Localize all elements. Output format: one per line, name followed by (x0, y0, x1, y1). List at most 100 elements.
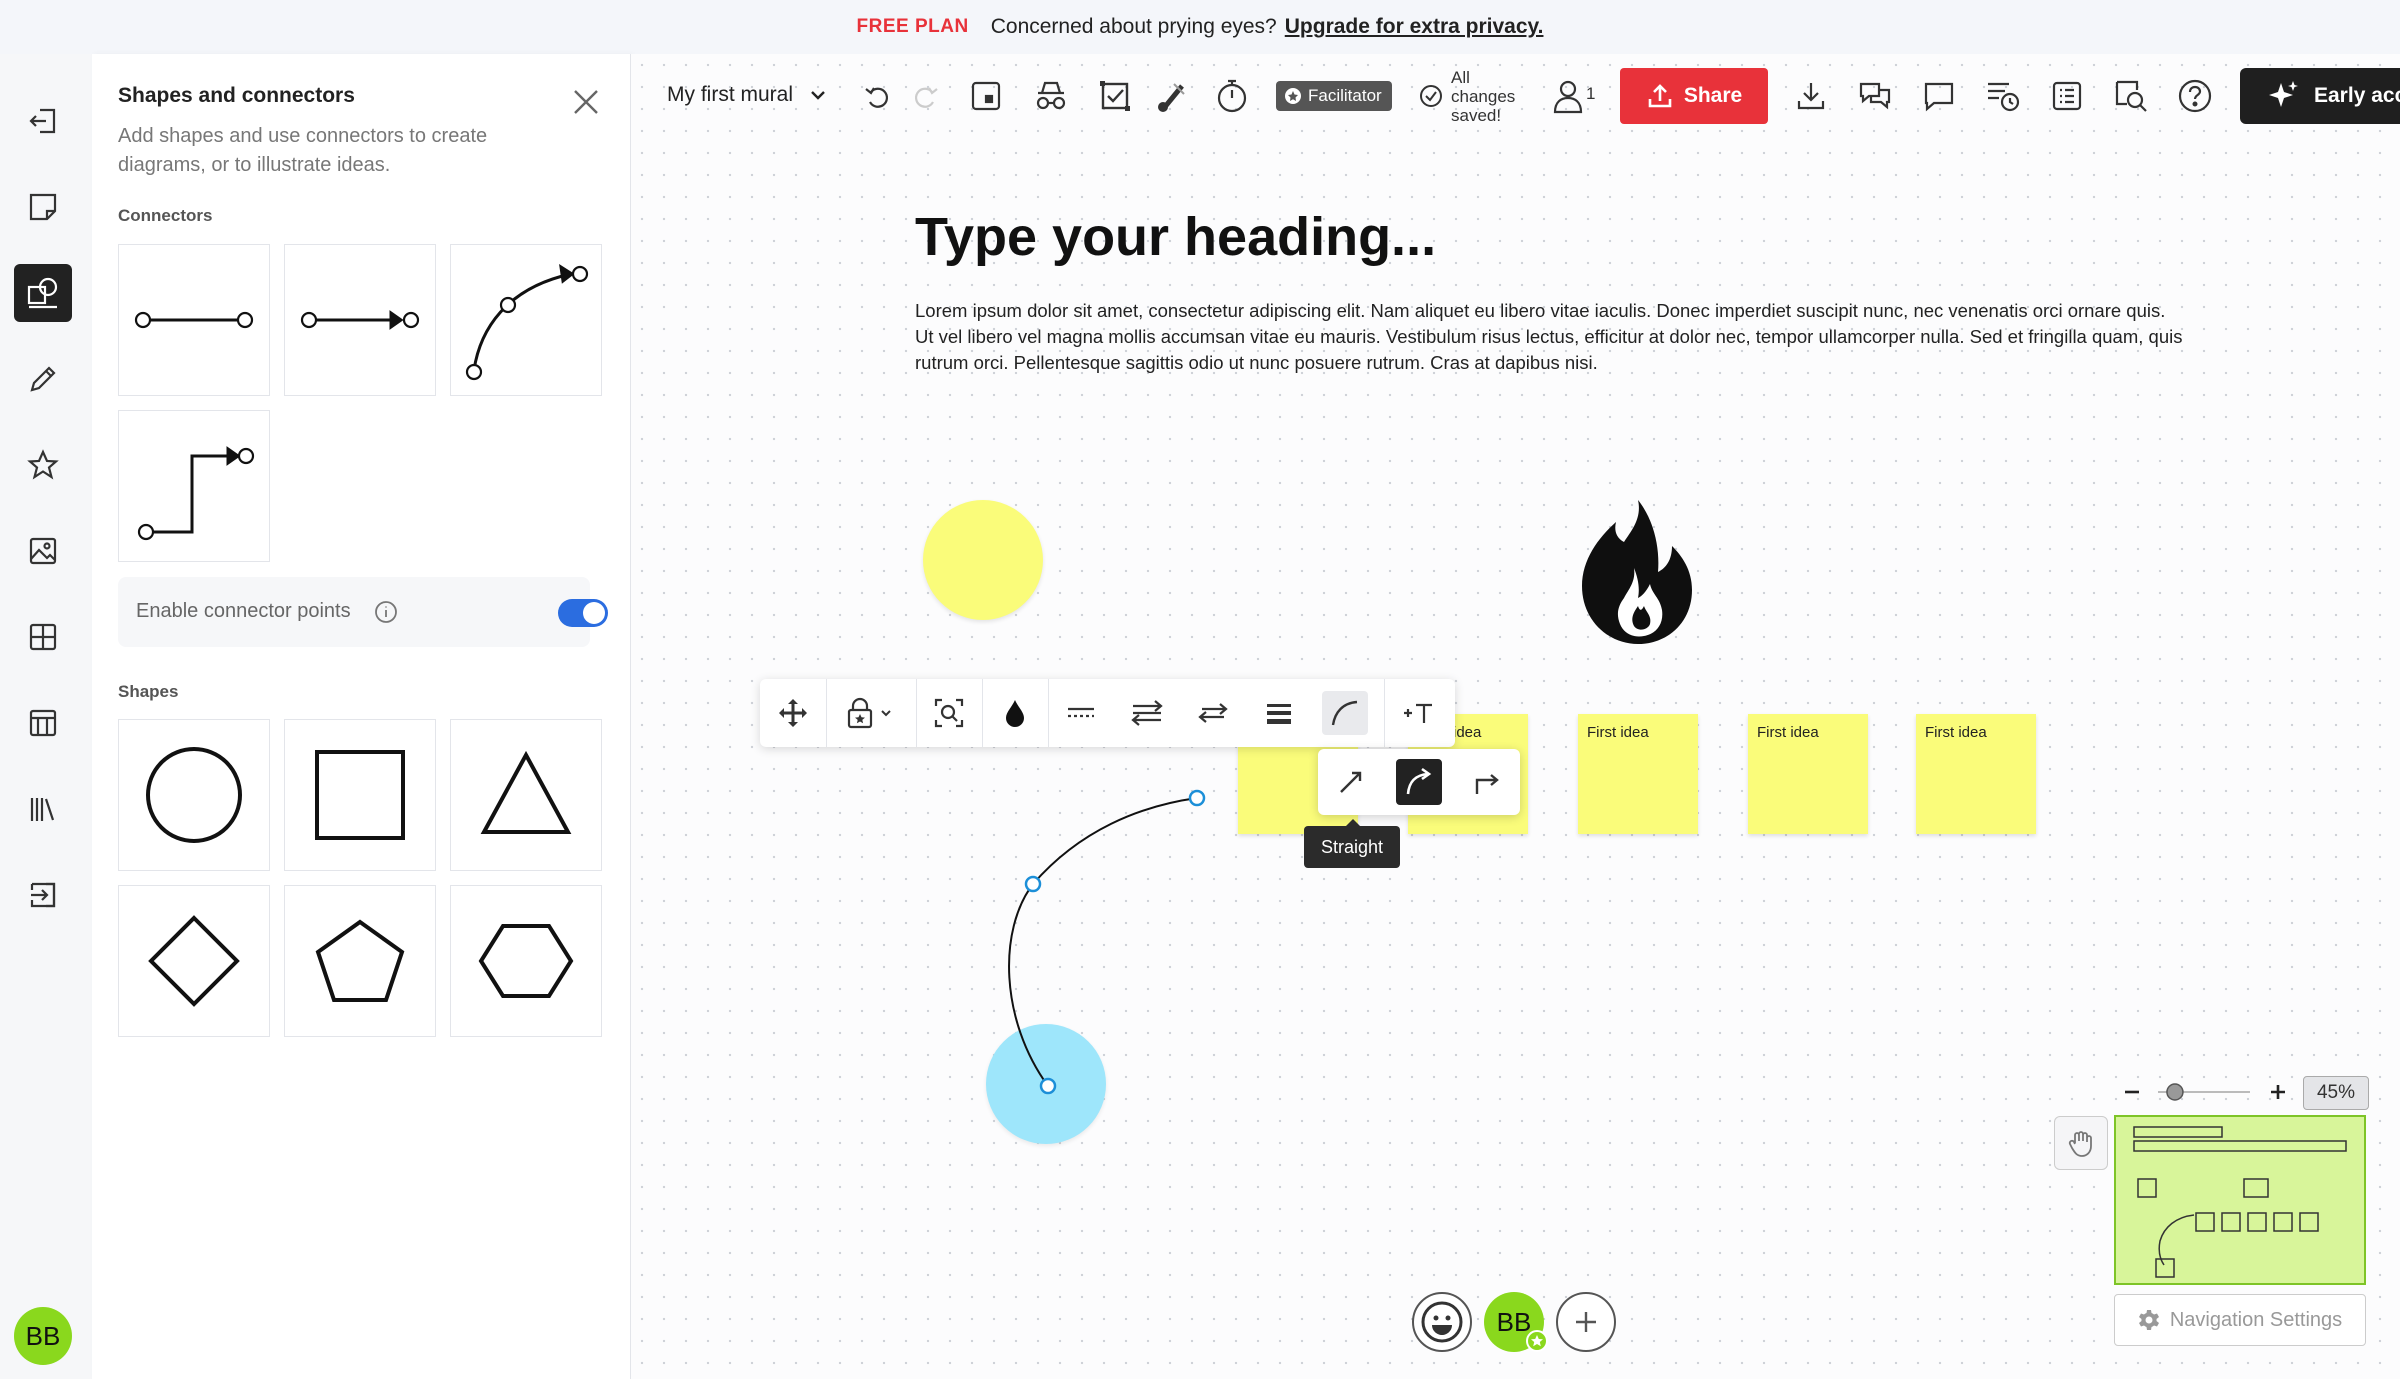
minimap[interactable] (2114, 1115, 2366, 1285)
square-shape-icon (315, 750, 405, 840)
move-button[interactable] (770, 691, 816, 735)
mural-name-dropdown[interactable]: My first mural (667, 82, 831, 108)
facilitator-star-icon (1526, 1330, 1548, 1352)
add-text-icon (1404, 703, 1432, 723)
connector-points-toggle[interactable] (558, 599, 608, 627)
swap-direction-button[interactable] (1190, 691, 1236, 735)
library-button[interactable] (14, 780, 72, 838)
sticky-note-text: First idea (1587, 724, 1649, 741)
pen-button[interactable] (14, 350, 72, 408)
undo-button[interactable] (858, 76, 898, 116)
shape-square-tile[interactable] (284, 719, 436, 871)
connector-handle (1039, 1077, 1057, 1095)
line-style-button[interactable] (1058, 691, 1104, 735)
close-panel-button[interactable] (568, 84, 604, 120)
color-button[interactable] (992, 691, 1038, 735)
outline-button[interactable] (966, 76, 1006, 116)
connector-straight-tile[interactable] (118, 244, 270, 396)
user-avatar[interactable]: BB (14, 1307, 72, 1365)
grid-button[interactable] (14, 608, 72, 666)
redo-button[interactable] (905, 76, 945, 116)
user-icon[interactable] (1551, 78, 1585, 114)
mural-heading[interactable]: Type your heading... (915, 206, 1436, 268)
private-mode-button[interactable] (1031, 76, 1071, 116)
zoom-in-button[interactable] (2268, 1082, 2288, 1102)
sticky-note-button[interactable] (14, 178, 72, 236)
voting-button[interactable] (1095, 76, 1135, 116)
line-weight-icon (1267, 704, 1291, 724)
arrow-ends-button[interactable] (1124, 691, 1170, 735)
share-button[interactable]: Share (1620, 68, 1768, 124)
image-button[interactable] (14, 522, 72, 580)
mural-name: My first mural (667, 83, 793, 106)
laser-pointer-button[interactable] (1152, 76, 1192, 116)
toolbar-divider (982, 679, 983, 747)
saved-check-icon (1420, 85, 1442, 107)
shape-diamond-tile[interactable] (118, 885, 270, 1037)
lock-dropdown[interactable] (836, 691, 902, 735)
early-access-button[interactable]: Early acc (2240, 68, 2400, 124)
connector-curved-tile[interactable] (450, 244, 602, 396)
table-button[interactable] (14, 694, 72, 752)
shape-pentagon-tile[interactable] (284, 885, 436, 1037)
help-button[interactable] (2175, 76, 2215, 116)
smiley-icon (1421, 1301, 1463, 1343)
connector-arrow-tile[interactable] (284, 244, 436, 396)
exit-button[interactable] (14, 92, 72, 150)
dashed-line-icon (1068, 707, 1094, 718)
shape-circle-tile[interactable] (118, 719, 270, 871)
line-weight-button[interactable] (1256, 691, 1302, 735)
zoom-out-button[interactable] (2122, 1082, 2142, 1102)
connectors-label: Connectors (118, 206, 213, 225)
yellow-circle-shape[interactable] (923, 500, 1043, 620)
timer-button[interactable] (1212, 76, 1252, 116)
outline-icon (971, 81, 1001, 111)
plus-icon (1576, 1312, 1596, 1332)
facilitator-star-icon (1285, 88, 1301, 104)
mural-paragraph[interactable]: Lorem ipsum dolor sit amet, consectetur … (915, 298, 2185, 376)
toggle-knob (583, 602, 605, 624)
invite-button[interactable] (1556, 1292, 1616, 1352)
sticky-note[interactable]: First idea (1748, 714, 1868, 834)
search-button[interactable] (2111, 76, 2151, 116)
help-icon (2178, 79, 2212, 113)
object-toolbar (760, 679, 1455, 747)
chat-button[interactable] (1855, 76, 1895, 116)
navigation-settings-button[interactable]: Navigation Settings (2114, 1294, 2366, 1346)
comments-button[interactable] (1919, 76, 1959, 116)
focus-button[interactable] (926, 691, 972, 735)
facilitator-badge[interactable]: Facilitator (1276, 81, 1392, 111)
connector-elbow-tile[interactable] (118, 410, 270, 562)
shapes-button[interactable] (14, 264, 72, 322)
star-button[interactable] (14, 436, 72, 494)
shape-hexagon-tile[interactable] (450, 885, 602, 1037)
elbow-connector-option[interactable] (1464, 759, 1510, 805)
pan-mode-button[interactable] (2054, 1116, 2108, 1170)
upgrade-link[interactable]: Upgrade for extra privacy. (1285, 15, 1544, 39)
import-icon (30, 882, 56, 908)
image-icon (29, 537, 57, 565)
sticky-note[interactable]: First idea (1578, 714, 1698, 834)
curved-connector-option[interactable] (1396, 759, 1442, 805)
import-button[interactable] (14, 866, 72, 924)
connector-type-button[interactable] (1322, 691, 1368, 735)
shape-triangle-tile[interactable] (450, 719, 602, 871)
add-text-button[interactable] (1396, 691, 1442, 735)
curved-connector[interactable] (990, 780, 1210, 1100)
sticky-note[interactable]: First idea (1916, 714, 2036, 834)
minimap-preview (2133, 1126, 2347, 1278)
arrow-connector-icon (300, 310, 420, 330)
outline-list-button[interactable] (2047, 76, 2087, 116)
straight-connector-option[interactable] (1328, 759, 1374, 805)
info-icon[interactable] (374, 600, 398, 624)
activity-button[interactable] (1983, 76, 2023, 116)
download-button[interactable] (1791, 76, 1831, 116)
upgrade-banner: FREE PLAN Concerned about prying eyes? U… (0, 0, 2400, 55)
zoom-slider[interactable] (2154, 1080, 2254, 1104)
curved-arrow-icon (1406, 767, 1432, 795)
fire-icon[interactable] (1578, 498, 1694, 646)
reactions-button[interactable] (1412, 1292, 1472, 1352)
zoom-percent[interactable]: 45% (2303, 1076, 2369, 1110)
checkbox-icon (1100, 81, 1130, 111)
arrow-ends-icon (1131, 700, 1163, 726)
